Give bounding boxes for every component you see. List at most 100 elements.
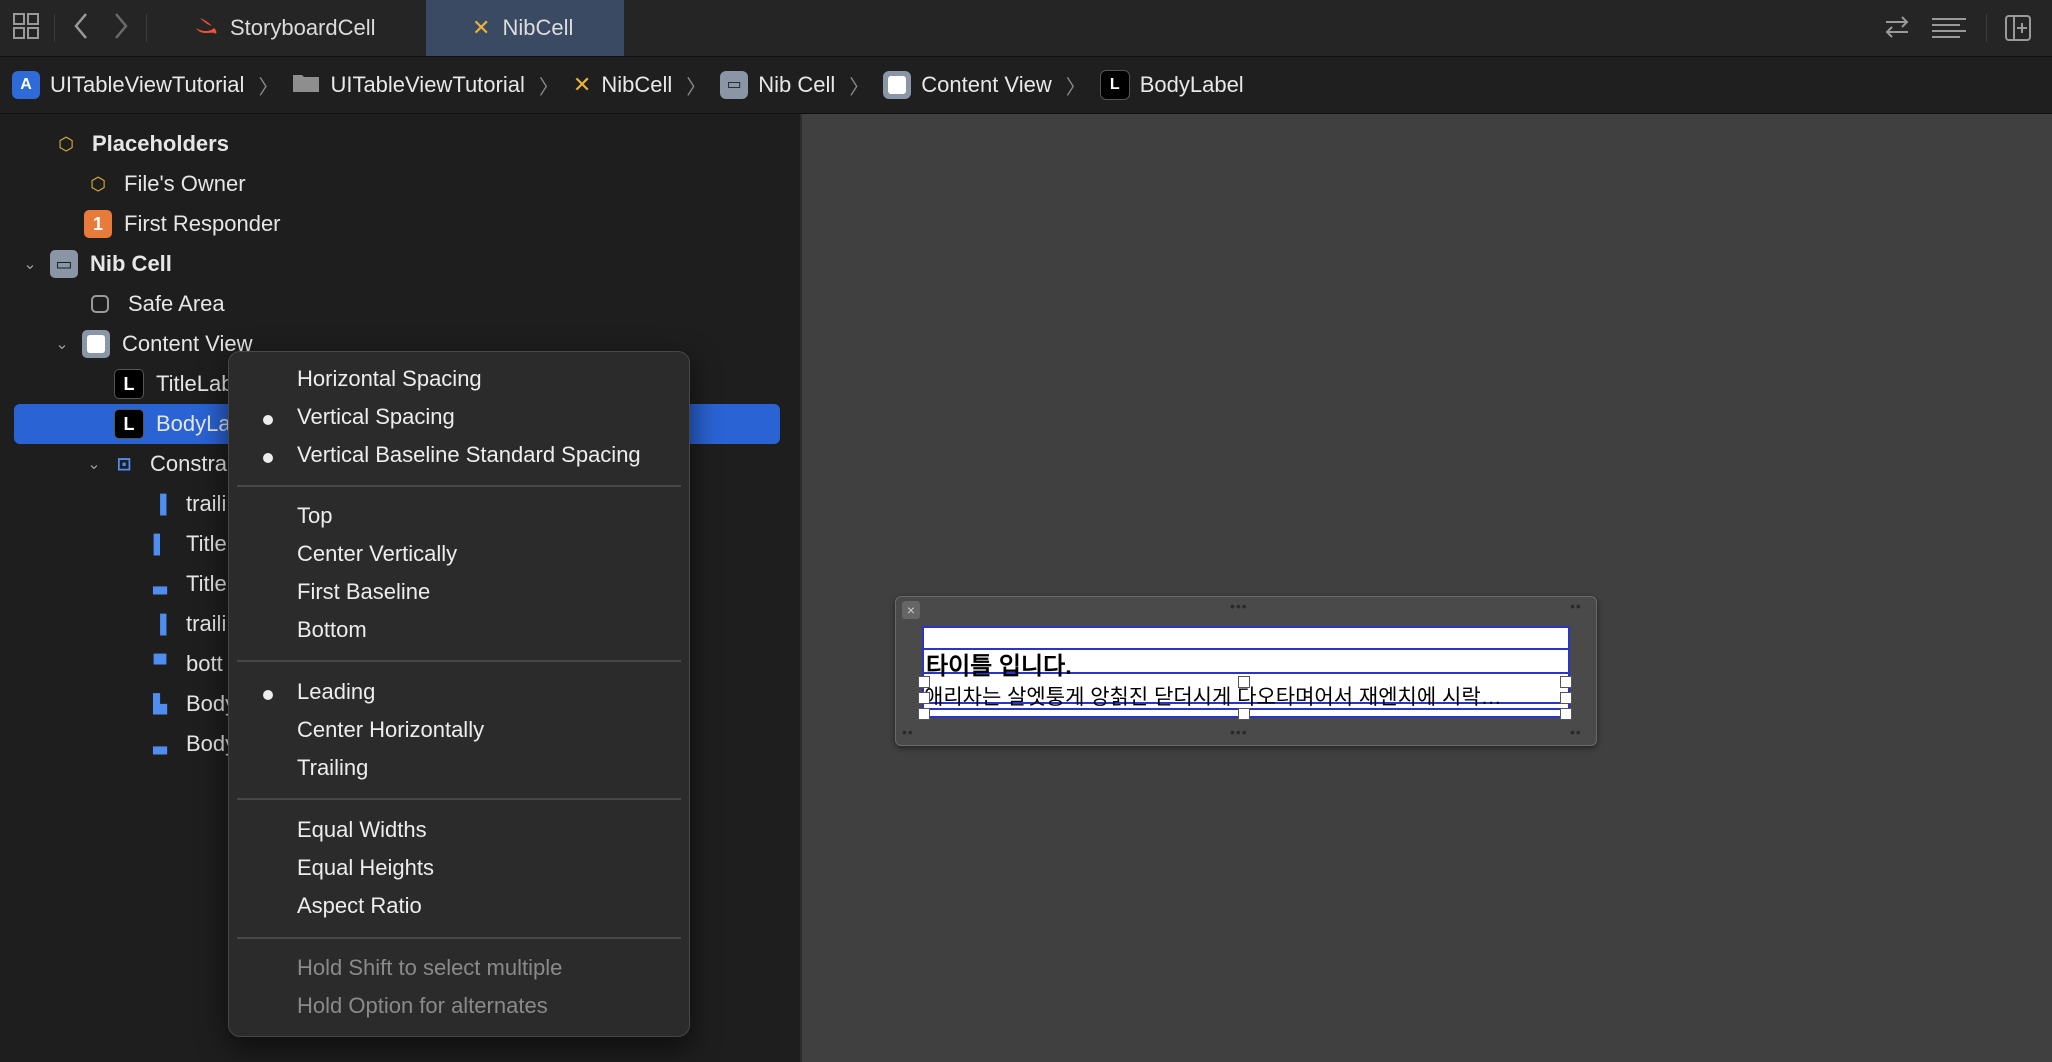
menu-item-center-horizontally[interactable]: Center Horizontally — [297, 717, 484, 743]
menu-item-top[interactable]: Top — [297, 503, 332, 529]
menu-separator — [237, 937, 681, 939]
selection-handle[interactable] — [918, 692, 930, 704]
chevron-right-icon: 〉 — [849, 76, 870, 99]
outline-item-nib-cell[interactable]: ⌄ ▭ Nib Cell — [20, 244, 172, 284]
forward-icon[interactable] — [112, 10, 130, 49]
resize-handle-icon[interactable]: ••• — [1230, 598, 1248, 614]
top-constraint-icon: ▃ — [153, 733, 167, 754]
menu-item-horizontal-spacing[interactable]: Horizontal Spacing — [297, 366, 482, 392]
outline-label: Safe Area — [128, 291, 225, 316]
breadcrumb-folder[interactable]: UITableViewTutorial — [330, 72, 524, 98]
selection-handle[interactable] — [1560, 676, 1572, 688]
close-icon[interactable]: × — [902, 601, 920, 619]
menu-separator — [237, 660, 681, 662]
nib-icon: ✕ — [472, 15, 491, 40]
top-constraint-icon: ▃ — [153, 573, 167, 594]
resize-handle-icon[interactable]: ••• — [1230, 724, 1248, 740]
outline-label: traili — [186, 611, 227, 636]
grid-icon[interactable] — [12, 12, 40, 47]
outline-item-first-responder[interactable]: 1 First Responder — [84, 204, 281, 244]
resize-handle-icon[interactable]: •• — [1570, 724, 1582, 740]
chevron-right-icon: 〉 — [538, 76, 559, 99]
selection-handle[interactable] — [1560, 708, 1572, 720]
selection-handle[interactable] — [1560, 692, 1572, 704]
selection-handle[interactable] — [1238, 708, 1250, 720]
outline-label: traili — [186, 491, 227, 516]
swap-arrows-icon[interactable] — [1882, 14, 1912, 47]
breadcrumb: A UITableViewTutorial 〉 UITableViewTutor… — [12, 57, 1244, 113]
outline-label: Title — [186, 531, 227, 556]
title-label[interactable]: 타이틀 입니다. — [926, 646, 1072, 681]
trailing-constraint-icon: ▐ — [153, 493, 167, 514]
menu-item-equal-heights[interactable]: Equal Heights — [297, 855, 434, 881]
chevron-right-icon: 〉 — [686, 76, 707, 99]
constraint-row[interactable]: ▃ Title — [146, 564, 227, 604]
breadcrumb-cell[interactable]: Nib Cell — [758, 72, 835, 98]
outline-label: bott — [186, 651, 223, 676]
resize-handle-icon[interactable]: •• — [1570, 598, 1582, 614]
resize-handle-icon[interactable]: •• — [902, 724, 914, 740]
outline-label: File's Owner — [124, 171, 246, 196]
outline-item-content-view[interactable]: ⌄ Content View — [52, 324, 252, 364]
menu-item-leading[interactable]: Leading — [297, 679, 375, 705]
tab-nibcell[interactable]: ✕ NibCell — [426, 0, 624, 56]
breadcrumb-content-view[interactable]: Content View — [921, 72, 1051, 98]
menu-hint-option: Hold Option for alternates — [297, 993, 548, 1018]
menu-separator — [237, 485, 681, 487]
add-editor-icon[interactable] — [2004, 14, 2032, 49]
menu-item-first-baseline[interactable]: First Baseline — [297, 579, 430, 605]
menu-item-center-vertically[interactable]: Center Vertically — [297, 541, 457, 567]
constraint-row[interactable]: ▐ traili — [146, 484, 227, 524]
trailing-constraint-icon: ▐ — [153, 613, 167, 634]
constraint-row[interactable]: ▀ bott — [146, 644, 223, 684]
selection-handle[interactable] — [918, 708, 930, 720]
outline-item-placeholders[interactable]: ⬡ Placeholders — [52, 124, 229, 164]
outline-label: Title — [186, 571, 227, 596]
disclosure-down-icon[interactable]: ⌄ — [20, 254, 40, 274]
checked-bullet-icon — [263, 453, 273, 463]
menu-item-trailing[interactable]: Trailing — [297, 755, 368, 781]
chevron-right-icon: 〉 — [1065, 76, 1086, 99]
selection-handle[interactable] — [1238, 676, 1250, 688]
menu-item-bottom[interactable]: Bottom — [297, 617, 367, 643]
constraint-context-menu: Horizontal Spacing Vertical Spacing Vert… — [228, 351, 690, 1037]
jump-bar: A UITableViewTutorial 〉 UITableViewTutor… — [0, 57, 2052, 114]
divider — [54, 14, 55, 42]
editor-options-icon[interactable] — [1930, 16, 1968, 47]
cell-icon: ▭ — [720, 71, 749, 99]
checked-bullet-icon — [263, 415, 273, 425]
project-icon: A — [12, 71, 40, 99]
outline-item-files-owner[interactable]: ⬡ File's Owner — [84, 164, 246, 204]
breadcrumb-file[interactable]: NibCell — [601, 72, 672, 98]
cell-icon: ▭ — [50, 250, 78, 278]
outline-item-title-label[interactable]: L TitleLabe — [114, 364, 246, 404]
label-icon: L — [114, 369, 144, 399]
tab-bar: StoryboardCell ✕ NibCell — [0, 0, 2052, 57]
constraint-row[interactable]: ▌ Title — [146, 524, 227, 564]
interface-builder-canvas[interactable] — [802, 114, 2052, 1062]
selection-handle[interactable] — [918, 676, 930, 688]
outline-label: Constrai — [150, 451, 232, 476]
menu-item-equal-widths[interactable]: Equal Widths — [297, 817, 427, 843]
menu-separator — [237, 798, 681, 800]
cube-icon: ⬡ — [90, 173, 106, 194]
outline-item-constraints[interactable]: ⌄ ⊡ Constrai — [84, 444, 232, 484]
tab-label: NibCell — [502, 15, 574, 40]
outline-item-safe-area[interactable]: Safe Area — [84, 284, 225, 324]
menu-item-vertical-baseline-spacing[interactable]: Vertical Baseline Standard Spacing — [297, 442, 641, 468]
menu-item-vertical-spacing[interactable]: Vertical Spacing — [297, 404, 455, 430]
breadcrumb-project[interactable]: UITableViewTutorial — [50, 72, 244, 98]
tab-storyboardcell[interactable]: StoryboardCell — [150, 0, 424, 56]
folder-icon — [292, 71, 320, 99]
label-icon: L — [1099, 70, 1130, 100]
constraint-row[interactable]: ▐ traili — [146, 604, 227, 644]
disclosure-down-icon[interactable]: ⌄ — [84, 454, 104, 474]
label-icon: L — [114, 409, 144, 439]
breadcrumb-body-label[interactable]: BodyLabel — [1140, 72, 1244, 98]
disclosure-down-icon[interactable]: ⌄ — [52, 334, 72, 354]
menu-hint-shift: Hold Shift to select multiple — [297, 955, 563, 980]
menu-item-aspect-ratio[interactable]: Aspect Ratio — [297, 893, 422, 919]
back-icon[interactable] — [72, 10, 90, 49]
outline-label: Nib Cell — [90, 251, 172, 276]
first-responder-icon: 1 — [84, 210, 112, 238]
